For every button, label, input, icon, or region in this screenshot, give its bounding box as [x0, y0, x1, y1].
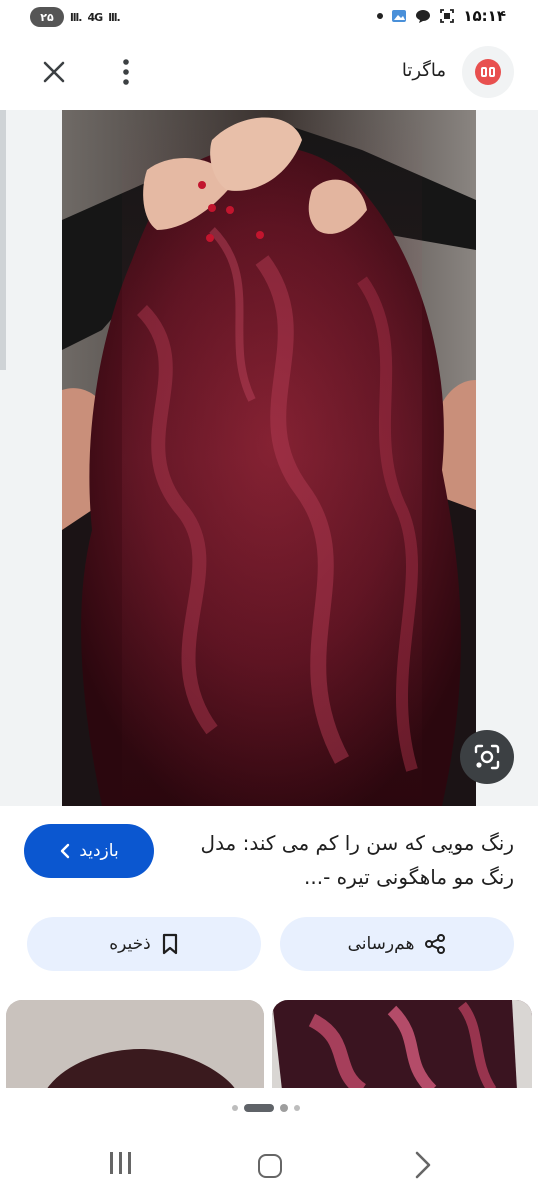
back-button[interactable]: [408, 1150, 438, 1180]
lens-icon: [474, 744, 500, 770]
battery-indicator: ۲۵: [30, 7, 64, 27]
scroll-indicator: [0, 110, 6, 370]
network-type: 4G: [87, 10, 104, 24]
gallery-icon: [392, 10, 407, 22]
share-label: هم‌رسانی: [347, 934, 415, 954]
lens-search-button[interactable]: [460, 730, 514, 784]
home-button[interactable]: [258, 1154, 282, 1178]
bookmark-icon: [162, 933, 177, 955]
page-indicator: [232, 1104, 300, 1112]
status-right: ۱۵:۱۴: [377, 7, 506, 25]
page-dot: [232, 1105, 238, 1111]
recent-bar: [118, 1152, 122, 1174]
viewer-header: ماگرتا: [0, 34, 538, 110]
close-icon: [43, 61, 65, 83]
close-button[interactable]: [36, 54, 72, 90]
clock: ۱۵:۱۴: [463, 7, 506, 25]
chat-icon: [416, 10, 431, 23]
recent-bar: [109, 1152, 113, 1174]
status-bar: ۲۵ lll. 4G lll. ۱۵:۱۴: [0, 0, 538, 34]
site-name[interactable]: ماگرتا: [402, 60, 446, 81]
system-navigation-bar: [0, 1136, 538, 1200]
recent-bar: [127, 1152, 131, 1174]
site-logo-icon: [475, 59, 501, 85]
notification-dot-icon: [377, 13, 384, 19]
chevron-left-icon: [61, 843, 70, 859]
save-label: ذخیره: [109, 934, 151, 954]
related-image-1[interactable]: [6, 1000, 264, 1090]
main-image[interactable]: [62, 110, 476, 806]
site-logo[interactable]: [462, 46, 514, 98]
visit-label: بازدید: [79, 841, 119, 861]
related-image-2[interactable]: [272, 1000, 532, 1090]
share-button[interactable]: هم‌رسانی: [280, 917, 514, 971]
recent-apps-button[interactable]: [104, 1152, 136, 1180]
related-photo-1: [6, 1000, 264, 1090]
screenshot-icon: [440, 9, 455, 23]
more-options-button[interactable]: [112, 54, 140, 90]
signal-icon-2: lll.: [108, 10, 120, 24]
more-vert-icon: [123, 59, 129, 85]
page-dot-active: [244, 1104, 274, 1112]
page-dot: [294, 1105, 300, 1111]
page-dot: [280, 1104, 288, 1112]
save-button[interactable]: ذخیره: [27, 917, 261, 971]
status-left: ۲۵ lll. 4G lll.: [30, 7, 121, 27]
related-photo-2: [272, 1000, 532, 1090]
hair-photo: [62, 110, 476, 806]
signal-icon: lll.: [70, 10, 82, 24]
visit-button[interactable]: بازدید: [24, 824, 154, 878]
share-icon: [425, 934, 446, 954]
result-title[interactable]: رنگ مویی که سن را کم می کند: مدل رنگ مو …: [194, 826, 514, 894]
